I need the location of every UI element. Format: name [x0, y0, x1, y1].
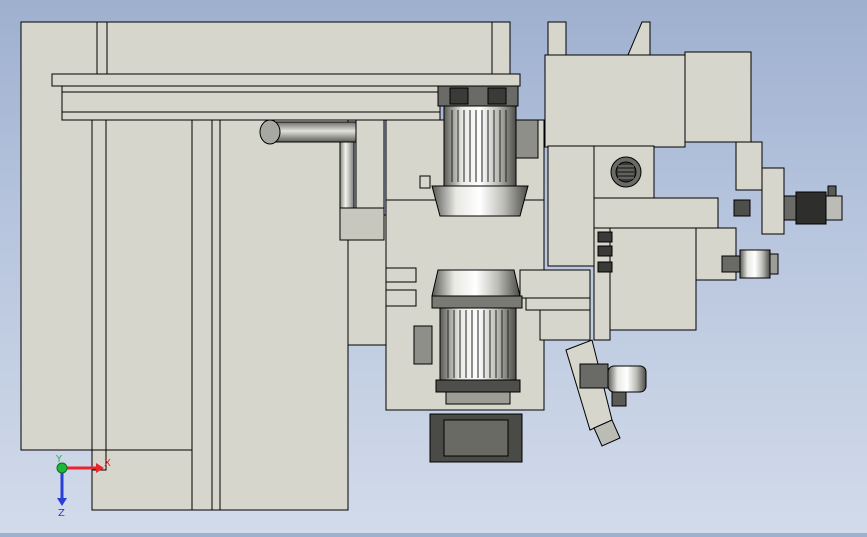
triad-x-label: X — [104, 458, 111, 469]
model-drawing[interactable]: X Y Z — [0, 0, 867, 533]
triad-y-label: Y — [55, 454, 63, 465]
triad-z-label: Z — [58, 508, 65, 519]
cad-viewport[interactable]: X Y Z — [0, 0, 867, 533]
gear-motor[interactable] — [565, 339, 647, 447]
